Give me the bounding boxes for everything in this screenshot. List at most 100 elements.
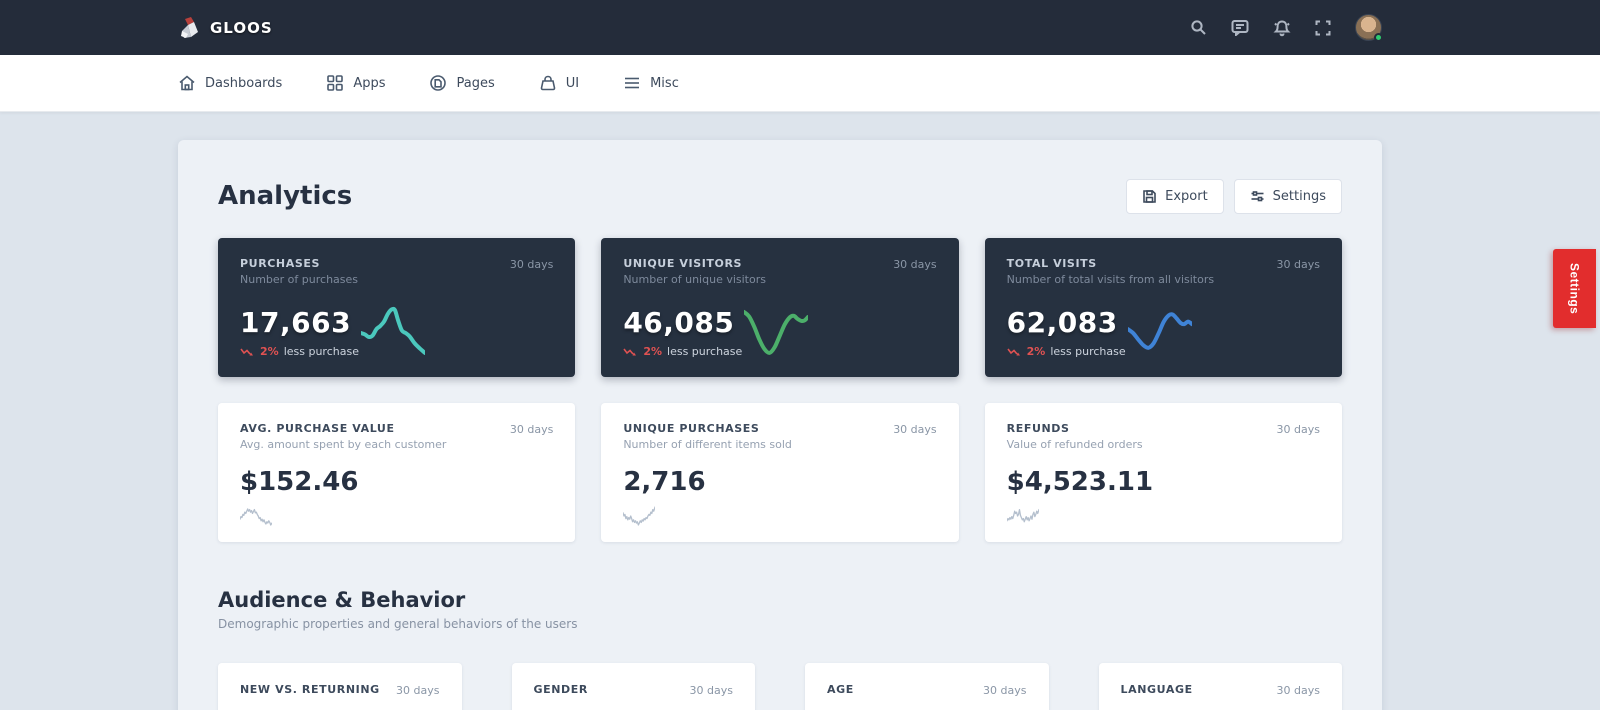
nav-item-label: Misc [650, 75, 679, 91]
export-button-label: Export [1165, 188, 1208, 204]
notifications-button[interactable] [1273, 19, 1291, 37]
avg-purchase-sparkline-chart [240, 500, 272, 532]
audience-cards-row: NEW VS. RETURNING 30 days GENDER 30 days… [218, 663, 1342, 710]
kpi-subtitle: Number of purchases [240, 273, 359, 286]
search-button[interactable] [1190, 19, 1207, 36]
online-status-dot [1374, 33, 1383, 42]
main-content: Analytics Export Settings PURCHASES Numb… [0, 112, 1600, 710]
kpi-delta: 2% less purchase [623, 345, 742, 358]
fullscreen-button[interactable] [1315, 20, 1331, 36]
kpi-delta-text: less purchase [1050, 345, 1126, 358]
audience-section-header: Audience & Behavior Demographic properti… [218, 588, 1342, 631]
topbar-actions [1190, 14, 1383, 42]
kpi-period: 30 days [509, 423, 554, 436]
kpi-value: 2,716 [623, 467, 706, 497]
settings-drawer-tab-label: Settings [1567, 262, 1582, 315]
main-menu: Dashboards Apps Pages UI Misc [0, 55, 1600, 112]
kpi-title: PURCHASES [240, 257, 321, 270]
top-navbar: GLOOS [0, 0, 1600, 55]
kpi-delta-pct: 2% [643, 345, 663, 358]
card-period: 30 days [1276, 684, 1320, 697]
nav-item-label: UI [565, 75, 580, 91]
kpi-card-avg-purchase-value[interactable]: AVG. PURCHASE VALUE Avg. amount spent by… [218, 403, 576, 542]
kpi-delta-pct: 2% [1026, 345, 1046, 358]
settings-drawer-tab[interactable]: Settings [1553, 249, 1596, 328]
kpi-delta: 2% less purchase [240, 345, 359, 358]
fullscreen-icon [1315, 20, 1331, 35]
nav-item-label: Apps [353, 75, 386, 91]
kpi-card-refunds[interactable]: REFUNDS Value of refunded orders 30 days… [984, 403, 1342, 542]
nav-item-ui[interactable]: UI [539, 74, 579, 92]
kpi-period: 30 days [893, 258, 937, 271]
kpi-period: 30 days [1276, 423, 1320, 436]
kpi-card-purchases[interactable]: PURCHASES Number of purchases 30 days 17… [218, 238, 576, 377]
card-new-vs-returning[interactable]: NEW VS. RETURNING 30 days [218, 663, 462, 710]
nav-item-misc[interactable]: Misc [623, 76, 679, 91]
kpi-value: $4,523.11 [1006, 467, 1154, 497]
card-gender[interactable]: GENDER 30 days [511, 663, 755, 710]
kpi-title: UNIQUE PURCHASES [623, 422, 760, 435]
menu-lines-icon [625, 77, 640, 89]
unique-visitors-sparkline-chart [744, 296, 808, 360]
card-period: 30 days [396, 684, 440, 697]
purchases-sparkline-chart [361, 296, 425, 360]
nav-item-dashboards[interactable]: Dashboards [178, 74, 282, 92]
brand-logo[interactable]: GLOOS [178, 15, 273, 41]
trend-down-icon [1007, 348, 1020, 355]
kpi-subtitle: Number of unique visitors [623, 273, 766, 286]
page-title: Analytics [218, 181, 353, 211]
kpi-subtitle: Avg. amount spent by each customer [240, 438, 447, 451]
trend-down-icon [240, 348, 253, 355]
user-avatar[interactable] [1355, 14, 1383, 42]
home-icon [179, 75, 195, 91]
kpi-value: $152.46 [240, 467, 359, 497]
settings-button-label: Settings [1272, 188, 1326, 204]
kpi-period: 30 days [893, 423, 937, 436]
logo-mark-icon [181, 16, 198, 38]
analytics-panel: Analytics Export Settings PURCHASES Numb… [178, 140, 1382, 710]
bell-icon [1273, 19, 1291, 36]
kpi-period: 30 days [1276, 258, 1320, 271]
messages-button[interactable] [1231, 19, 1249, 36]
kpi-card-unique-visitors[interactable]: UNIQUE VISITORS Number of unique visitor… [601, 238, 959, 377]
kpi-subtitle: Number of different items sold [623, 438, 792, 451]
pages-icon [430, 75, 447, 91]
kpi-delta-text: less purchase [667, 345, 743, 358]
kpi-period: 30 days [509, 258, 554, 271]
kpi-delta: 2% less purchase [1007, 345, 1126, 358]
nav-item-pages[interactable]: Pages [429, 74, 495, 92]
kpi-delta-pct: 2% [260, 345, 279, 358]
card-language[interactable]: LANGUAGE 30 days [1098, 663, 1342, 710]
kpi-card-unique-purchases[interactable]: UNIQUE PURCHASES Number of different ite… [601, 403, 959, 542]
card-period: 30 days [983, 684, 1027, 697]
kpi-subtitle: Number of total visits from all visitors [1006, 273, 1215, 286]
kpi-title: REFUNDS [1006, 422, 1070, 435]
brand-name: GLOOS [210, 18, 273, 37]
section-title: Audience & Behavior [218, 588, 466, 612]
refunds-sparkline-chart [1007, 500, 1039, 532]
chat-icon [1231, 20, 1249, 36]
kpi-title: AVG. PURCHASE VALUE [240, 422, 395, 435]
settings-button[interactable]: Settings [1233, 178, 1342, 214]
apps-grid-icon [327, 75, 344, 91]
card-period: 30 days [689, 684, 733, 697]
kpi-delta-text: less purchase [283, 345, 359, 358]
kpi-title: TOTAL VISITS [1006, 257, 1097, 270]
export-button[interactable]: Export [1126, 178, 1224, 214]
kpi-value: 46,085 [623, 306, 735, 339]
kpi-value: 17,663 [240, 306, 352, 339]
kpi-title: UNIQUE VISITORS [623, 257, 743, 270]
kpi-subtitle: Value of refunded orders [1006, 438, 1143, 451]
nav-item-label: Dashboards [205, 75, 283, 91]
card-age[interactable]: AGE 30 days [805, 663, 1049, 710]
unique-purchases-sparkline-chart [623, 500, 655, 532]
nav-item-label: Pages [456, 75, 495, 91]
search-icon [1191, 20, 1206, 35]
kpi-value: 62,083 [1006, 306, 1118, 339]
section-subtitle: Demographic properties and general behav… [218, 617, 578, 631]
sliders-icon [1251, 190, 1264, 201]
kpi-card-total-visits[interactable]: TOTAL VISITS Number of total visits from… [984, 238, 1342, 377]
bag-icon [540, 75, 556, 91]
nav-item-apps[interactable]: Apps [326, 74, 385, 92]
save-icon [1143, 189, 1156, 203]
